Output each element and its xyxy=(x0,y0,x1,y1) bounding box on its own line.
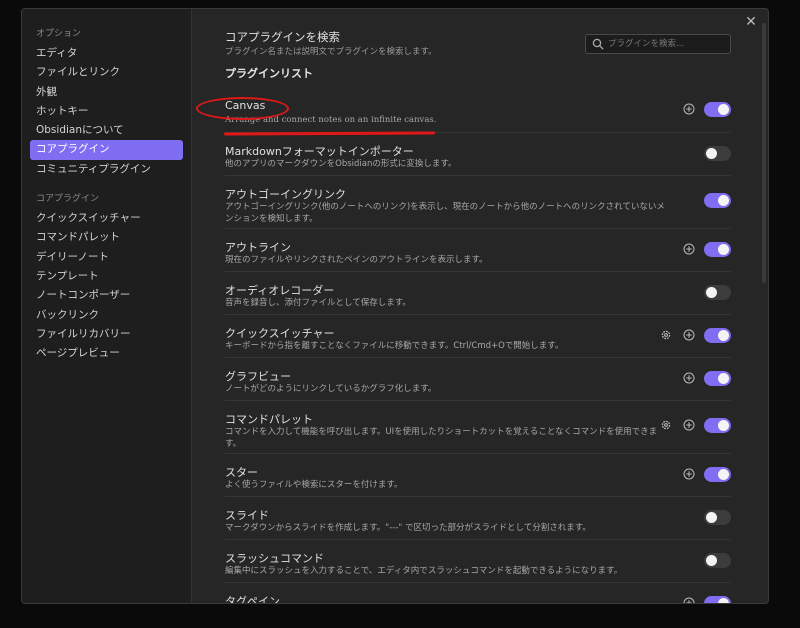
add-hotkey-icon[interactable] xyxy=(683,419,695,431)
plugin-toggle[interactable] xyxy=(704,510,731,525)
plugin-name: クイックスイッチャー xyxy=(225,327,335,340)
settings-modal: オプション エディタ ファイルとリンク 外観 ホットキー Obsidianについて コアプ… xyxy=(21,8,769,604)
toggle-knob xyxy=(718,598,729,603)
plugin-row: グラフビュー ノートがどのようにリンクしているかグラフ化します。 xyxy=(225,357,731,400)
toggle-knob xyxy=(706,555,717,566)
plugin-toggle[interactable] xyxy=(704,418,731,433)
add-hotkey-icon[interactable] xyxy=(683,372,695,384)
toggle-knob xyxy=(718,469,729,480)
plugin-description: コマンドを入力して機能を呼び出します。UIを使用したりショートカットを覚えること… xyxy=(225,427,658,449)
toggle-knob xyxy=(718,373,729,384)
plugin-list-heading: プラグインリスト xyxy=(225,67,313,80)
plugin-toggle[interactable] xyxy=(704,371,731,386)
plugin-description: よく使うファイルや検索にスターを付けます。 xyxy=(225,480,403,490)
plugin-row: Markdownフォーマットインポーター 他のアプリのマークダウンをObsidia… xyxy=(225,132,731,175)
plugin-description: Arrange and connect notes on an infinite… xyxy=(225,115,437,125)
plugin-list: Canvas Arrange and connect notes on an in… xyxy=(225,89,731,603)
sidebar-option-0[interactable]: エディタ xyxy=(30,44,183,63)
plugin-toggle[interactable] xyxy=(704,193,731,208)
plugin-toggle[interactable] xyxy=(704,553,731,568)
toggle-knob xyxy=(718,330,729,341)
plugin-description: ノートがどのようにリンクしているかグラフ化します。 xyxy=(225,384,437,394)
plugin-toggle[interactable] xyxy=(704,285,731,300)
toggle-knob xyxy=(706,512,717,523)
plugin-name: スター xyxy=(225,466,258,479)
toggle-knob xyxy=(706,148,717,159)
sidebar-option-6[interactable]: コミュニティプラグイン xyxy=(30,160,183,179)
plugin-row: タグペインすべてのタグと、その使用頻度を表示します。 xyxy=(225,582,731,603)
plugin-description: キーボードから指を離すことなくファイルに移動できます。Ctrl/Cmd+Oで開始… xyxy=(225,341,564,351)
sidebar-option-3[interactable]: ホットキー xyxy=(30,102,183,121)
plugin-name: アウトゴーイングリンク xyxy=(225,188,346,201)
sidebar-core-plugin-5[interactable]: バックリンク xyxy=(30,306,183,325)
sidebar-core-plugin-4[interactable]: ノートコンポーザー xyxy=(30,286,183,305)
plugin-row: スラッシュコマンド 編集中にスラッシュを入力することで、エディタ内でスラッシュコマ… xyxy=(225,539,731,582)
toggle-knob xyxy=(718,420,729,431)
plugin-name: コマンドパレット xyxy=(225,413,313,426)
sidebar-core-plugin-0[interactable]: クイックスイッチャー xyxy=(30,209,183,228)
plugin-search-box[interactable] xyxy=(585,34,731,54)
plugin-name: グラフビュー xyxy=(225,370,291,383)
settings-sidebar: オプション エディタ ファイルとリンク 外観 ホットキー Obsidianについて コアプ… xyxy=(22,9,192,603)
plugin-row: オーディオレコーダー 音声を録音し、添付ファイルとして保存します。 xyxy=(225,271,731,314)
sidebar-heading-core-plugins: コアプラグイン xyxy=(36,194,100,205)
sidebar-option-2[interactable]: 外観 xyxy=(30,83,183,102)
add-hotkey-icon[interactable] xyxy=(683,597,695,603)
sidebar-core-plugin-3[interactable]: テンプレート xyxy=(30,267,183,286)
plugin-toggle[interactable] xyxy=(704,467,731,482)
plugin-name: アウトライン xyxy=(225,241,291,254)
sidebar-option-5[interactable]: コアプラグイン xyxy=(30,140,183,160)
plugin-row: コマンドパレット コマンドを入力して機能を呼び出します。UIを使用したりショートカ… xyxy=(225,400,731,453)
add-hotkey-icon[interactable] xyxy=(683,103,695,115)
plugin-name: オーディオレコーダー xyxy=(225,284,335,297)
toggle-knob xyxy=(718,244,729,255)
toggle-knob xyxy=(718,195,729,206)
plugin-description: アウトゴーイングリンク(他のノートへのリンク)を表示し、現在のノートから他のノー… xyxy=(225,202,665,224)
sidebar-core-plugin-2[interactable]: デイリーノート xyxy=(30,248,183,267)
toggle-knob xyxy=(706,287,717,298)
sidebar-core-plugin-6[interactable]: ファイルリカバリー xyxy=(30,325,183,344)
sidebar-core-plugin-1[interactable]: コマンドパレット xyxy=(30,228,183,247)
content-scrollbar[interactable] xyxy=(762,23,766,283)
add-hotkey-icon[interactable] xyxy=(683,243,695,255)
plugin-description: 編集中にスラッシュを入力することで、エディタ内でスラッシュコマンドを起動できるよ… xyxy=(225,566,623,576)
plugin-toggle[interactable] xyxy=(704,146,731,161)
plugin-toggle[interactable] xyxy=(704,102,731,117)
plugin-toggle[interactable] xyxy=(704,328,731,343)
plugin-name: Markdownフォーマットインポーター xyxy=(225,145,414,158)
plugin-row: Canvas Arrange and connect notes on an in… xyxy=(225,89,731,132)
plugin-name: スラッシュコマンド xyxy=(225,552,324,565)
plugin-row: アウトライン 現在のファイルやリンクされたペインのアウトラインを表示します。 xyxy=(225,228,731,271)
sidebar-core-plugin-7[interactable]: ページプレビュー xyxy=(30,344,183,363)
plugin-description: 音声を録音し、添付ファイルとして保存します。 xyxy=(225,298,411,308)
plugin-search-setting: コアプラグインを検索 プラグイン名または説明文でプラグインを検索します。 xyxy=(225,29,731,63)
toggle-knob xyxy=(718,104,729,115)
plugin-name: スライド xyxy=(225,509,269,522)
search-icon xyxy=(592,38,604,50)
gear-icon[interactable] xyxy=(660,419,672,431)
plugin-toggle[interactable] xyxy=(704,242,731,257)
sidebar-heading-options: オプション xyxy=(36,29,82,39)
sidebar-option-1[interactable]: ファイルとリンク xyxy=(30,63,183,82)
plugin-search-input[interactable] xyxy=(608,37,726,51)
settings-content: ✕ コアプラグインを検索 プラグイン名または説明文でプラグインを検索します。 プ… xyxy=(193,9,768,603)
plugin-row: スライド マークダウンからスライドを作成します。"---" で区切った部分がスライ… xyxy=(225,496,731,539)
plugin-description: 他のアプリのマークダウンをObsidianの形式に変換します。 xyxy=(225,159,457,169)
plugin-description: マークダウンからスライドを作成します。"---" で区切った部分がスライドとして… xyxy=(225,523,591,533)
add-hotkey-icon[interactable] xyxy=(683,329,695,341)
plugin-description: 現在のファイルやリンクされたペインのアウトラインを表示します。 xyxy=(225,255,488,265)
annotation-ellipse xyxy=(196,97,289,120)
plugin-row: クイックスイッチャー キーボードから指を離すことなくファイルに移動できます。Ctr… xyxy=(225,314,731,357)
sidebar-option-4[interactable]: Obsidianについて xyxy=(30,121,183,140)
plugin-row: アウトゴーイングリンク アウトゴーイングリンク(他のノートへのリンク)を表示し、現… xyxy=(225,175,731,228)
plugin-row: スター よく使うファイルや検索にスターを付けます。 xyxy=(225,453,731,496)
plugin-name: タグペイン xyxy=(225,595,280,603)
close-icon[interactable]: ✕ xyxy=(744,15,758,29)
add-hotkey-icon[interactable] xyxy=(683,468,695,480)
plugin-toggle[interactable] xyxy=(704,596,731,603)
gear-icon[interactable] xyxy=(660,329,672,341)
